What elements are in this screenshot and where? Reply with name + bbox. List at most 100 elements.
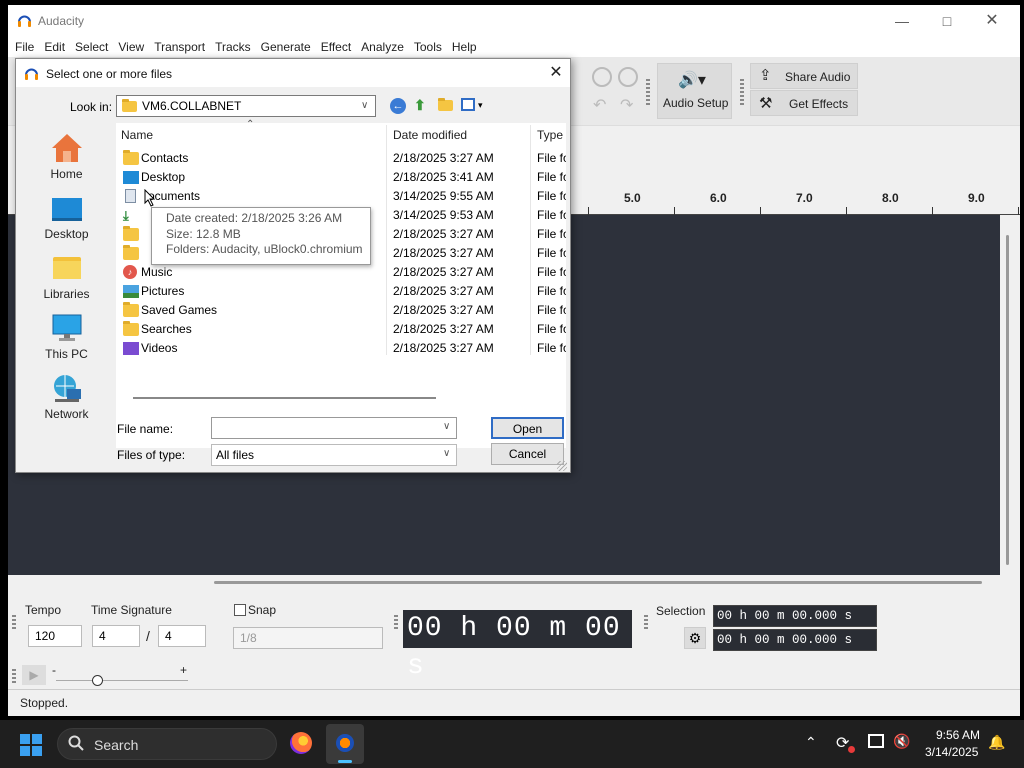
toolbar-grip[interactable] bbox=[644, 615, 648, 631]
menu-transport[interactable]: Transport bbox=[149, 37, 210, 57]
file-row[interactable]: Saved Games 2/18/2025 3:27 AM File fo bbox=[116, 301, 566, 320]
folder-tooltip: Date created: 2/18/2025 3:26 AM Size: 12… bbox=[151, 207, 371, 265]
toolbar-grip[interactable] bbox=[12, 615, 16, 631]
minimize-button[interactable]: — bbox=[882, 11, 922, 31]
clock-date[interactable]: 3/14/2025 bbox=[925, 745, 978, 759]
folder-icon bbox=[123, 302, 139, 317]
up-folder-icon[interactable]: ⬆ bbox=[414, 97, 430, 113]
cancel-button[interactable]: Cancel bbox=[491, 443, 564, 465]
bottom-toolbar: Tempo 120 Time Signature 4 / 4 Snap 1/8 … bbox=[8, 591, 1020, 686]
time-signature-numerator[interactable]: 4 bbox=[92, 625, 140, 647]
file-date: 2/18/2025 3:27 AM bbox=[393, 341, 494, 355]
horizontal-scroll-thumb[interactable] bbox=[214, 581, 982, 584]
file-row[interactable]: ♪ Music 2/18/2025 3:27 AM File fo bbox=[116, 263, 566, 282]
pictures-icon bbox=[123, 285, 139, 298]
get-effects-button[interactable]: ⚒ Get Effects bbox=[750, 90, 858, 116]
chevron-down-icon[interactable]: ∨ bbox=[443, 448, 450, 459]
tempo-input[interactable]: 120 bbox=[28, 625, 82, 647]
file-name-input[interactable] bbox=[211, 417, 457, 439]
column-header-name[interactable]: Name bbox=[121, 123, 153, 147]
column-header-type[interactable]: Type bbox=[537, 123, 563, 147]
undo-icon[interactable]: ↶ bbox=[593, 95, 611, 114]
toolbar-grip[interactable] bbox=[740, 79, 744, 105]
place-libraries[interactable]: Libraries bbox=[19, 247, 114, 307]
look-in-dropdown[interactable]: VM6.COLLABNET ∨ bbox=[116, 95, 376, 117]
time-signature-denominator[interactable]: 4 bbox=[158, 625, 206, 647]
ruler-tick bbox=[674, 207, 675, 215]
tray-overflow-chevron-icon[interactable]: ⌃ bbox=[805, 734, 817, 751]
files-of-type-select[interactable]: All files bbox=[211, 444, 457, 466]
menu-tools[interactable]: Tools bbox=[409, 37, 447, 57]
menu-edit[interactable]: Edit bbox=[39, 37, 70, 57]
file-type: File fo bbox=[537, 341, 566, 355]
settings-gear-icon[interactable]: ⚙ bbox=[684, 627, 706, 649]
toolbar-grip[interactable] bbox=[394, 615, 398, 631]
taskbar-search-box[interactable]: Search bbox=[57, 728, 277, 760]
menu-bar: File Edit Select View Transport Tracks Generat… bbox=[8, 37, 1020, 57]
file-list-hscroll-thumb[interactable] bbox=[133, 397, 436, 399]
audacity-logo-icon bbox=[17, 13, 32, 28]
place-network[interactable]: Network bbox=[19, 367, 114, 427]
file-list[interactable]: ⌃ Name Date modified Type Contacts 2/18/… bbox=[116, 119, 566, 448]
notification-bell-icon[interactable]: 🔔 bbox=[988, 734, 1005, 751]
selection-end-time[interactable]: 00 h 00 m 00.000 s bbox=[713, 629, 877, 651]
close-button[interactable]: ✕ bbox=[972, 11, 1012, 31]
firefox-icon[interactable] bbox=[290, 732, 312, 754]
file-row[interactable]: Searches 2/18/2025 3:27 AM File fo bbox=[116, 320, 566, 339]
vertical-scroll-thumb[interactable] bbox=[1006, 235, 1009, 565]
menu-view[interactable]: View bbox=[113, 37, 149, 57]
menu-generate[interactable]: Generate bbox=[256, 37, 316, 57]
file-row[interactable]: Videos 2/18/2025 3:27 AM File fo bbox=[116, 339, 566, 358]
search-placeholder: Search bbox=[94, 737, 139, 753]
horizontal-scrollbar[interactable] bbox=[8, 575, 1020, 591]
dialog-close-button[interactable]: ✕ bbox=[546, 63, 566, 83]
menu-effect[interactable]: Effect bbox=[316, 37, 356, 57]
volume-muted-icon[interactable]: 🔇 bbox=[893, 733, 910, 750]
place-home[interactable]: Home bbox=[19, 127, 114, 187]
selection-start-time[interactable]: 00 h 00 m 00.000 s bbox=[713, 605, 877, 627]
vertical-scrollbar[interactable] bbox=[1000, 215, 1020, 575]
toolbar-grip[interactable] bbox=[12, 669, 16, 685]
file-row[interactable]: Pictures 2/18/2025 3:27 AM File fo bbox=[116, 282, 566, 301]
zoom-out-icon[interactable] bbox=[618, 67, 638, 87]
look-in-bar: Look in: VM6.COLLABNET ∨ ← ⬆ ▾ bbox=[16, 87, 570, 119]
playback-speed-thumb[interactable] bbox=[92, 675, 103, 686]
new-folder-icon[interactable] bbox=[438, 98, 453, 111]
file-type: File fo bbox=[537, 189, 566, 203]
toolbar-grip[interactable] bbox=[646, 79, 650, 105]
network-icon[interactable] bbox=[868, 734, 884, 748]
redo-icon[interactable]: ↷ bbox=[620, 95, 638, 114]
playback-speed-slider[interactable] bbox=[56, 680, 188, 681]
place-desktop[interactable]: Desktop bbox=[19, 187, 114, 247]
audacity-taskbar-icon[interactable] bbox=[326, 724, 364, 764]
chevron-down-icon[interactable]: ∨ bbox=[443, 421, 450, 432]
snap-checkbox[interactable] bbox=[234, 604, 246, 616]
file-row[interactable]: Desktop 2/18/2025 3:41 AM File fo bbox=[116, 168, 566, 187]
menu-help[interactable]: Help bbox=[447, 37, 482, 57]
back-icon[interactable]: ← bbox=[390, 98, 406, 114]
maximize-button[interactable]: □ bbox=[927, 11, 967, 31]
file-row[interactable]: Contacts 2/18/2025 3:27 AM File fo bbox=[116, 149, 566, 168]
play-at-speed-button[interactable]: ▶ bbox=[22, 665, 46, 685]
audio-setup-button[interactable]: 🔊▾ Audio Setup bbox=[657, 63, 732, 119]
zoom-in-icon[interactable] bbox=[592, 67, 612, 87]
open-button[interactable]: Open bbox=[491, 417, 564, 439]
menu-file[interactable]: File bbox=[10, 37, 39, 57]
column-header-date[interactable]: Date modified bbox=[393, 123, 467, 147]
resize-grip-icon[interactable] bbox=[557, 461, 567, 471]
audio-setup-label: Audio Setup bbox=[663, 96, 729, 110]
menu-tracks[interactable]: Tracks bbox=[210, 37, 256, 57]
clock-time[interactable]: 9:56 AM bbox=[936, 728, 980, 742]
file-name: Saved Games bbox=[141, 303, 218, 317]
place-this-pc[interactable]: This PC bbox=[19, 307, 114, 367]
file-row[interactable]: ocuments 3/14/2025 9:55 AM File fo bbox=[116, 187, 566, 206]
share-audio-button[interactable]: ⇪ Share Audio bbox=[750, 63, 858, 89]
view-menu-icon[interactable]: ▾ bbox=[461, 98, 487, 112]
windows-start-icon[interactable] bbox=[20, 734, 42, 756]
file-date: 3/14/2025 9:55 AM bbox=[393, 189, 494, 203]
time-display[interactable]: 00 h 00 m 00 s bbox=[403, 610, 632, 682]
libraries-icon bbox=[51, 253, 83, 283]
menu-select[interactable]: Select bbox=[70, 37, 113, 57]
snap-select[interactable]: 1/8 bbox=[233, 627, 383, 649]
menu-analyze[interactable]: Analyze bbox=[356, 37, 409, 57]
